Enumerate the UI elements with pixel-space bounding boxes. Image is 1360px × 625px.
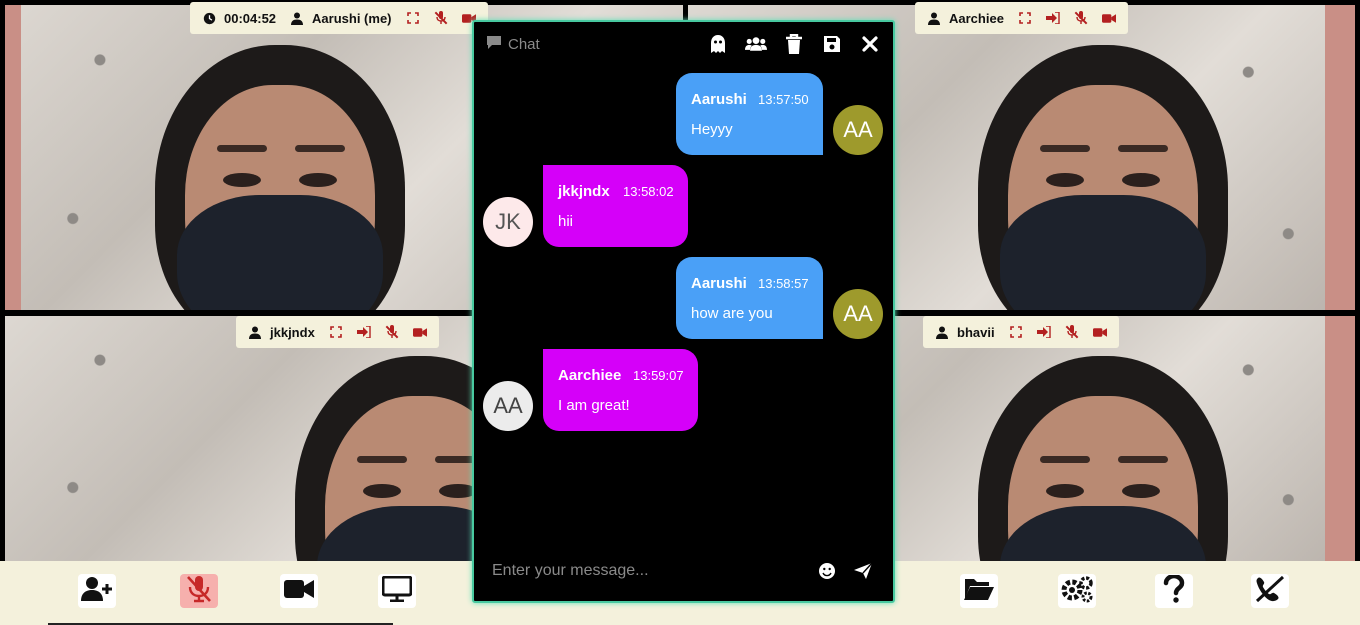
video-camera-icon[interactable]	[1101, 11, 1116, 25]
save-icon[interactable]	[821, 33, 843, 55]
help-icon	[1163, 573, 1185, 608]
message-sender: Aarchiee	[558, 367, 622, 384]
avatar: AA	[483, 381, 533, 431]
video-camera-icon[interactable]	[1092, 325, 1107, 339]
namebar-aarushi: 00:04:52 Aarushi (me)	[190, 2, 488, 34]
close-icon[interactable]	[859, 33, 881, 55]
message-time: 13:58:02	[623, 184, 674, 199]
message-bubble: Aarchiee 13:59:07 I am great!	[543, 349, 698, 431]
add-user-icon	[81, 576, 113, 607]
message-bubble: Aarushi 13:57:50 Heyyy	[676, 73, 823, 155]
participant-name: Aarchiee	[949, 10, 1004, 26]
avatar: AA	[833, 105, 883, 155]
user-icon	[248, 325, 262, 339]
fullscreen-icon[interactable]	[329, 325, 343, 339]
leave-call-button[interactable]	[1251, 574, 1289, 608]
message-sender: Aarushi	[691, 91, 747, 108]
emoji-icon[interactable]	[815, 559, 839, 583]
ghost-icon[interactable]	[707, 33, 729, 55]
user-icon	[927, 11, 941, 25]
chat-actions	[707, 33, 881, 55]
user-icon	[290, 11, 304, 25]
participant-name: Aarushi (me)	[312, 10, 392, 26]
trash-icon[interactable]	[783, 33, 805, 55]
screen-share-button[interactable]	[378, 574, 416, 608]
folder-open-icon	[964, 577, 994, 606]
message-text: how are you	[691, 305, 773, 322]
fullscreen-icon[interactable]	[1009, 325, 1023, 339]
call-timer: 00:04:52	[224, 10, 277, 26]
namebar-aarchiee: Aarchiee	[915, 2, 1128, 34]
message-bubble: jkkjndx 13:58:02 hii	[543, 165, 688, 247]
mic-muted-icon[interactable]	[1074, 11, 1088, 25]
message-time: 13:58:57	[758, 276, 809, 291]
video-camera-icon	[284, 579, 314, 604]
user-icon	[935, 325, 949, 339]
avatar: AA	[833, 289, 883, 339]
help-button[interactable]	[1155, 573, 1193, 608]
message-text: hii	[558, 213, 574, 230]
toggle-mic-button[interactable]	[180, 574, 218, 608]
video-camera-icon[interactable]	[412, 325, 427, 339]
namebar-jkkjndx: jkkjndx	[236, 316, 439, 348]
message-time: 13:57:50	[758, 92, 809, 107]
hang-up-icon	[1255, 575, 1285, 608]
namebar-bhavii: bhavii	[923, 316, 1119, 348]
settings-icon	[1060, 575, 1094, 608]
mic-muted-icon	[184, 575, 214, 608]
send-icon[interactable]	[851, 559, 875, 583]
participant-name: bhavii	[957, 324, 995, 340]
mic-muted-icon[interactable]	[385, 325, 399, 339]
clock-icon	[202, 11, 216, 25]
message-input[interactable]	[492, 562, 803, 580]
chat-header: Chat	[474, 22, 893, 66]
chat-title-label: Chat	[508, 35, 540, 53]
kick-user-icon[interactable]	[1045, 11, 1060, 25]
chat-panel: Chat Aarushi 13:57:50 Heyyy AA JK jkkjnd…	[472, 20, 895, 603]
fullscreen-icon[interactable]	[406, 11, 420, 25]
chat-bubble-icon	[486, 35, 502, 54]
users-icon[interactable]	[745, 33, 767, 55]
message-composer	[474, 541, 893, 601]
kick-user-icon[interactable]	[356, 325, 371, 339]
screen-share-icon	[381, 575, 413, 607]
message-sender: jkkjndx	[558, 183, 610, 200]
chat-title: Chat	[486, 35, 540, 54]
participant-name: jkkjndx	[270, 324, 315, 340]
add-user-button[interactable]	[78, 574, 116, 608]
settings-button[interactable]	[1058, 574, 1096, 608]
message-bubble: Aarushi 13:58:57 how are you	[676, 257, 823, 339]
mic-muted-icon[interactable]	[434, 11, 448, 25]
message-text: I am great!	[558, 397, 630, 414]
message-text: Heyyy	[691, 121, 733, 138]
kick-user-icon[interactable]	[1036, 325, 1051, 339]
avatar: JK	[483, 197, 533, 247]
fullscreen-icon[interactable]	[1018, 11, 1032, 25]
toggle-video-button[interactable]	[280, 574, 318, 608]
message-time: 13:59:07	[633, 368, 684, 383]
file-share-button[interactable]	[960, 574, 998, 608]
mic-muted-icon[interactable]	[1065, 325, 1079, 339]
message-sender: Aarushi	[691, 275, 747, 292]
